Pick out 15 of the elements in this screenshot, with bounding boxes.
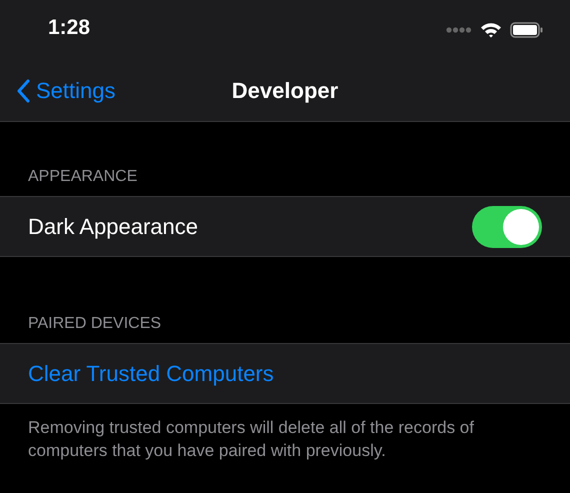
status-time: 1:28 xyxy=(48,16,90,40)
page-title: Developer xyxy=(232,78,338,104)
section-footer: Removing trusted computers will delete all of the records of computers that you have paired with previously. xyxy=(0,404,570,474)
row-action-label[interactable]: Clear Trusted Computers xyxy=(28,360,274,386)
back-button[interactable]: Settings xyxy=(16,78,116,104)
battery-icon xyxy=(510,22,544,38)
wifi-icon xyxy=(480,22,502,38)
back-chevron-icon xyxy=(16,78,30,102)
row-label: Dark Appearance xyxy=(28,214,198,240)
section-header: PAIRED DEVICES xyxy=(27,314,162,334)
toggle-switch[interactable] xyxy=(472,206,542,248)
section-header: APPEARANCE xyxy=(27,167,138,187)
settings-row[interactable]: Dark Appearance xyxy=(0,196,570,257)
action-row[interactable]: Clear Trusted Computers xyxy=(0,343,570,404)
signal-icon xyxy=(446,27,472,33)
